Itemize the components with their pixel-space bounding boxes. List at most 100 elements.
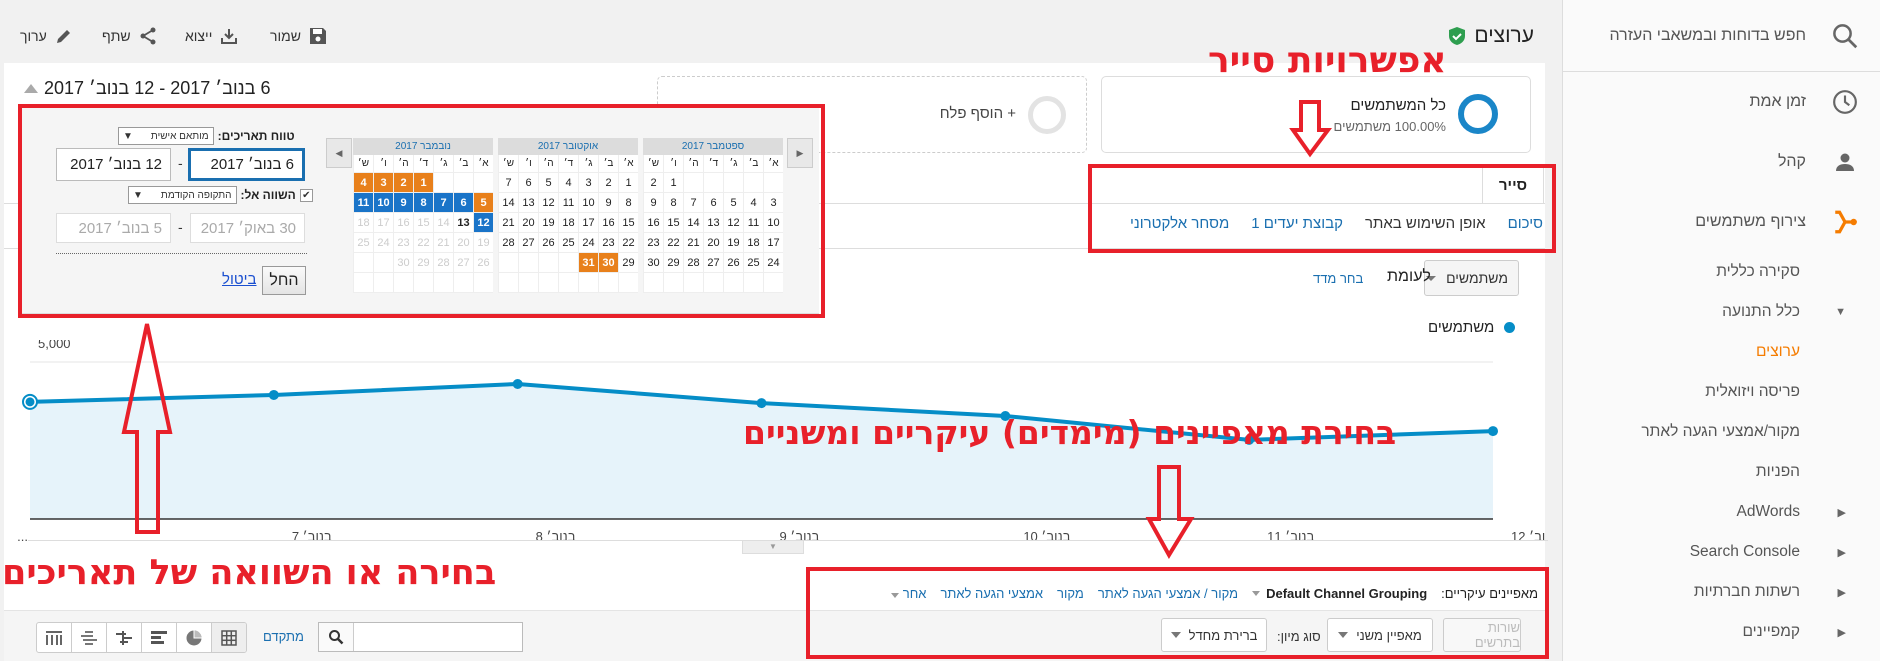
sidebar-search[interactable]: חפש בדוחות ובמשאבי העזרה: [1563, 0, 1880, 72]
acquisition-icon: [1835, 210, 1857, 234]
chart-collapse-handle[interactable]: ▼: [742, 541, 804, 554]
pencil-icon: [56, 30, 70, 43]
x-tick-label: בנוב׳ 7: [292, 529, 332, 544]
export-label: ייצוא: [185, 28, 213, 44]
sidebar-subitem-label: כלל התנועה: [1722, 303, 1800, 320]
search-placeholder: חפש בדוחות ובמשאבי העזרה: [1609, 26, 1807, 44]
sidebar-subitem-overview[interactable]: סקירה כללית: [1563, 252, 1880, 292]
save-button[interactable]: שמור: [270, 27, 327, 45]
y-tick-label: 5,000: [38, 340, 71, 351]
data-point: [268, 389, 279, 400]
date-range-text: 6 בנוב׳ 2017 - 12 בנוב׳ 2017: [44, 78, 271, 98]
annotation-box-explorer: [1088, 164, 1556, 253]
choose-metric-link[interactable]: בחר מדד: [1313, 271, 1363, 286]
pivot-icon: [46, 630, 62, 645]
legend-dot: [1504, 322, 1516, 333]
caret-right-icon: ▶: [1837, 506, 1846, 519]
share-icon: [140, 27, 156, 45]
metric-selected: משתמשים: [1446, 270, 1508, 286]
vs-label: לעומת: [1387, 268, 1431, 285]
segment-donut-icon: [1458, 94, 1498, 134]
sidebar-subitem-label: AdWords: [1736, 503, 1800, 520]
caret-down-icon: ▼: [1835, 306, 1846, 318]
share-button[interactable]: שתף: [102, 27, 157, 45]
view-pie-button[interactable]: [177, 623, 212, 652]
sidebar-subitem-treemaps[interactable]: פריסה ויזואלית: [1563, 372, 1880, 412]
date-range-selector[interactable]: 6 בנוב׳ 2017 - 12 בנוב׳ 2017: [24, 78, 270, 99]
page-title: ערוצים: [1448, 24, 1534, 48]
sidebar-item-label: קהל: [1777, 153, 1806, 170]
legend-label: משתמשים: [1428, 319, 1495, 336]
segment-percentage: 100.00% משתמשים: [1333, 119, 1446, 134]
comparison-icon: [81, 630, 97, 645]
sidebar-subitem-campaigns[interactable]: ▶ קמפיינים: [1563, 612, 1880, 652]
grid-icon: [221, 629, 237, 646]
download-icon: [221, 29, 238, 44]
data-point: [512, 378, 523, 389]
sidebar-subitem-social[interactable]: ▶ רשתות חברתיות: [1563, 572, 1880, 612]
edit-label: ערוך: [20, 28, 47, 44]
caret-right-icon: ▶: [1837, 546, 1846, 559]
metric-dropdown[interactable]: משתמשים: [1424, 260, 1519, 296]
advanced-filter-link[interactable]: מתקדם: [263, 629, 304, 644]
page-title-text: ערוצים: [1474, 24, 1534, 47]
sidebar-subitem-adwords[interactable]: ▶ AdWords: [1563, 492, 1880, 532]
x-tick-label: ...: [17, 529, 28, 544]
bar-list-icon: [151, 630, 167, 644]
empty-donut-icon: [1028, 96, 1066, 134]
shield-check-icon: [1449, 27, 1466, 45]
sidebar-item-label: צירוף משתמשים: [1695, 213, 1806, 230]
sidebar-subitem-all-traffic[interactable]: ▼ כלל התנועה: [1563, 292, 1880, 332]
view-table-button[interactable]: [212, 623, 246, 652]
x-tick-label: בנוב׳ 12: [1511, 529, 1545, 544]
sidebar-subitem-referrals[interactable]: הפניות: [1563, 452, 1880, 492]
annotation-text-dimensions: בחירת מאפיינים (מימדים) עיקריים ומשניים: [743, 413, 1397, 452]
chart-legend: משתמשים: [1428, 319, 1516, 336]
sidebar-item-realtime[interactable]: זמן אמת: [1563, 72, 1880, 132]
sidebar: חפש בדוחות ובמשאבי העזרה זמן אמת קהל ציר…: [1562, 0, 1880, 661]
sidebar-subitem-channels[interactable]: ערוצים: [1563, 332, 1880, 372]
export-button[interactable]: ייצוא: [185, 27, 238, 45]
caret-right-icon: ▶: [1837, 626, 1846, 639]
x-tick-label: בנוב׳ 8: [536, 529, 576, 544]
save-label: שמור: [270, 28, 301, 44]
sidebar-subitem-label: קמפיינים: [1742, 623, 1800, 640]
table-view-toggle: [36, 622, 247, 653]
view-pivot-button[interactable]: [37, 623, 72, 652]
performance-icon: [116, 630, 132, 645]
data-point: [756, 398, 767, 409]
share-label: שתף: [102, 28, 131, 44]
person-icon: [1836, 153, 1854, 171]
sidebar-item-acquisition[interactable]: צירוף משתמשים: [1563, 192, 1880, 252]
arrow-up-icon: [121, 323, 173, 534]
sidebar-subitem-source-medium[interactable]: מקור/אמצעי הגעה לאתר: [1563, 412, 1880, 452]
sidebar-subitem-label: רשתות חברתיות: [1693, 583, 1800, 600]
data-point-inner: [25, 397, 35, 407]
annotation-text-dates: בחירה או השוואה של תאריכים: [2, 553, 497, 593]
data-point: [1488, 426, 1498, 437]
search-icon: [329, 630, 344, 645]
annotation-text-explorer: אפשרויות סייר: [1208, 40, 1447, 81]
sidebar-subitem-label: הפניות: [1755, 463, 1800, 480]
arrow-down-icon: [1145, 465, 1195, 559]
clock-icon: [1833, 90, 1857, 114]
x-tick-label: בנוב׳ 10: [1023, 529, 1070, 544]
sidebar-subitem-search-console[interactable]: ▶ Search Console: [1563, 532, 1880, 572]
sidebar-item-audience[interactable]: קהל: [1563, 132, 1880, 192]
sidebar-subitem-label: פריסה ויזואלית: [1705, 383, 1800, 400]
table-search: [318, 622, 523, 652]
search-icon: [1833, 23, 1858, 48]
sidebar-subitem-label: מקור/אמצעי הגעה לאתר: [1641, 423, 1800, 440]
view-bar-button[interactable]: [142, 623, 177, 652]
search-button[interactable]: [319, 623, 354, 651]
annotation-box-dimensions: [806, 567, 1549, 659]
view-comparison-button[interactable]: [72, 623, 107, 652]
x-tick-label: בנוב׳ 11: [1267, 529, 1314, 544]
view-performance-button[interactable]: [107, 623, 142, 652]
add-segment-label: + הוסף פלח: [939, 105, 1016, 122]
segment-name: כל המשתמשים: [1350, 97, 1446, 114]
table-search-input[interactable]: [355, 623, 521, 651]
edit-button[interactable]: ערוך: [20, 27, 73, 45]
caret-up-icon: [24, 84, 38, 93]
sidebar-subitem-label: ערוצים: [1755, 343, 1800, 360]
